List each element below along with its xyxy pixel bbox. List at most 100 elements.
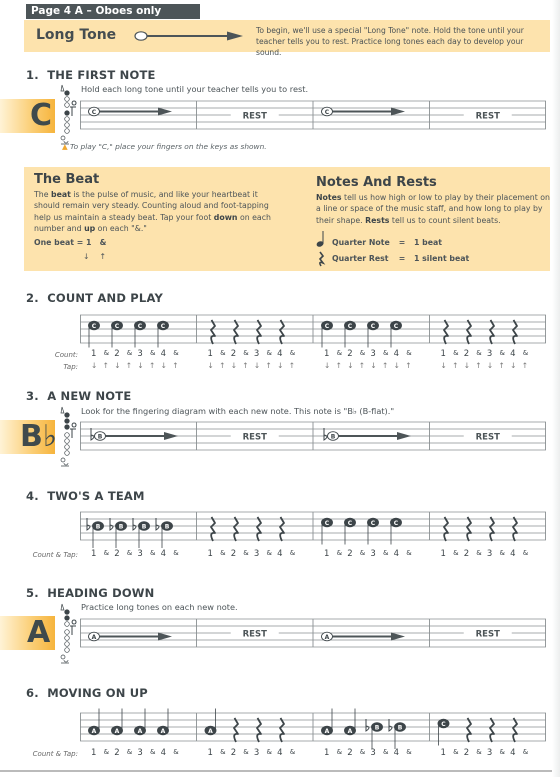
count-mark: & xyxy=(359,748,366,756)
quarter-rest-icon xyxy=(279,516,285,542)
tap-mark: ↑ xyxy=(521,361,528,370)
row-value: 1 silent beat xyxy=(414,254,470,263)
tap-mark: ↓ xyxy=(114,361,121,370)
exercise-number: 5. xyxy=(26,586,39,600)
count-mark: & xyxy=(126,748,133,756)
count-mark: & xyxy=(499,549,505,557)
fingering-diagram-c-icon xyxy=(58,84,80,150)
count-mark: & xyxy=(406,349,412,357)
finger-hole xyxy=(64,418,70,424)
count-mark: 3 xyxy=(370,549,376,559)
arrow-head-icon xyxy=(158,632,172,641)
exercise-title-text: COUNT AND PLAY xyxy=(47,291,163,305)
count-mark: & xyxy=(522,349,529,357)
exercise-number: 4. xyxy=(26,489,39,503)
one-beat-and: & xyxy=(99,238,107,247)
tap-mark: ↓ xyxy=(486,361,494,370)
svg-text:B: B xyxy=(398,724,403,731)
finger-hole xyxy=(64,128,70,134)
tap-mark: ↑ xyxy=(125,361,133,370)
rest-label: REST xyxy=(243,112,267,122)
count-mark: & xyxy=(289,748,296,756)
count-mark: & xyxy=(150,349,156,357)
svg-text:C: C xyxy=(394,323,399,330)
count-mark: 2 xyxy=(114,549,120,559)
count-mark: 4 xyxy=(277,349,283,359)
count-label: Count: xyxy=(54,351,78,359)
note-c: C xyxy=(134,320,146,331)
note-tab-c: C xyxy=(0,99,55,133)
exercise-1-instruction: Hold each long tone until your teacher t… xyxy=(81,84,309,94)
count-mark: & xyxy=(522,748,529,756)
tap-mark: ↓ xyxy=(347,361,354,370)
note-a: A xyxy=(88,725,100,736)
up-arrow-icon: ↑ xyxy=(99,252,107,261)
note-c: C xyxy=(88,320,100,331)
staff-exercise-4: BBBBCCCC xyxy=(80,511,546,548)
count-mark: 3 xyxy=(486,748,493,758)
exercise-4-title: 4. TWO'S A TEAM xyxy=(26,489,145,503)
svg-text:A: A xyxy=(92,728,97,735)
quarter-rest-icon xyxy=(512,717,518,743)
rest-label: REST xyxy=(243,630,267,640)
svg-text:C: C xyxy=(325,323,330,330)
count-mark: & xyxy=(266,349,272,357)
quarter-rest-icon xyxy=(279,319,285,345)
flat-sign-icon xyxy=(155,518,160,531)
note-a: A xyxy=(157,725,169,736)
long-tone-banner: Long Tone To begin, we'll use a special … xyxy=(24,20,550,57)
count-mark: & xyxy=(150,748,156,756)
count-mark: 3 xyxy=(137,748,143,758)
tap-mark: ↑ xyxy=(405,361,412,370)
tap-mark: ↑ xyxy=(475,361,482,370)
octave-key-icon xyxy=(60,603,65,611)
count-tap-label: Count & Tap: xyxy=(32,750,78,758)
tap-mark: ↑ xyxy=(288,361,295,370)
count-mark: 1 xyxy=(324,349,330,359)
count-mark: & xyxy=(476,549,482,557)
quarter-note-icon xyxy=(316,231,326,267)
count-mark: 3 xyxy=(486,549,493,559)
exercise-number: 6. xyxy=(26,686,39,700)
svg-text:C: C xyxy=(371,520,376,527)
low-keys-icon xyxy=(60,457,69,467)
exercise-3-title: 3. A NEW NOTE xyxy=(26,389,131,403)
note-a: A xyxy=(134,725,146,736)
count-mark: 4 xyxy=(393,349,400,359)
count-mark: 1 xyxy=(440,549,446,559)
staff-exercise-2: CCCCCCCC xyxy=(80,314,546,348)
count-mark: 2 xyxy=(230,549,237,559)
note-c: C xyxy=(88,106,100,117)
tap-label: Tap: xyxy=(63,363,78,371)
octave-key-icon xyxy=(60,406,65,414)
finger-hole xyxy=(64,90,70,96)
finger-hole xyxy=(64,647,70,653)
notes-and-rests-title: Notes And Rests xyxy=(316,175,437,190)
note-letter: A xyxy=(27,615,51,650)
exercise-6-title: 6. MOVING ON UP xyxy=(26,686,148,700)
count-mark: 1 xyxy=(91,349,97,359)
svg-text:B: B xyxy=(331,433,336,440)
svg-text:A: A xyxy=(208,728,213,735)
tap-mark: ↑ xyxy=(382,361,389,370)
count-mark: & xyxy=(359,349,366,357)
svg-text:C: C xyxy=(348,323,353,330)
count-mark: 4 xyxy=(510,349,516,359)
note-c: C xyxy=(367,320,379,331)
count-mark: 4 xyxy=(160,549,167,559)
note-b: B xyxy=(92,521,104,531)
count-mark: 4 xyxy=(510,748,516,758)
staff-exercise-3: B REST B REST xyxy=(80,421,546,451)
count-mark: 4 xyxy=(393,748,400,758)
tap-mark: ↓ xyxy=(137,361,144,370)
down-arrow-icon: ↓ xyxy=(83,252,90,261)
arrow-head-icon xyxy=(164,432,178,440)
count-mark: 1 xyxy=(91,549,97,559)
count-mark: 2 xyxy=(463,349,470,359)
count-mark: 3 xyxy=(370,748,376,758)
tap-mark: ↑ xyxy=(242,361,249,370)
rest-label: REST xyxy=(476,112,500,122)
note-c: C xyxy=(111,320,123,331)
svg-text:C: C xyxy=(348,520,353,527)
count-mark: & xyxy=(453,349,459,357)
